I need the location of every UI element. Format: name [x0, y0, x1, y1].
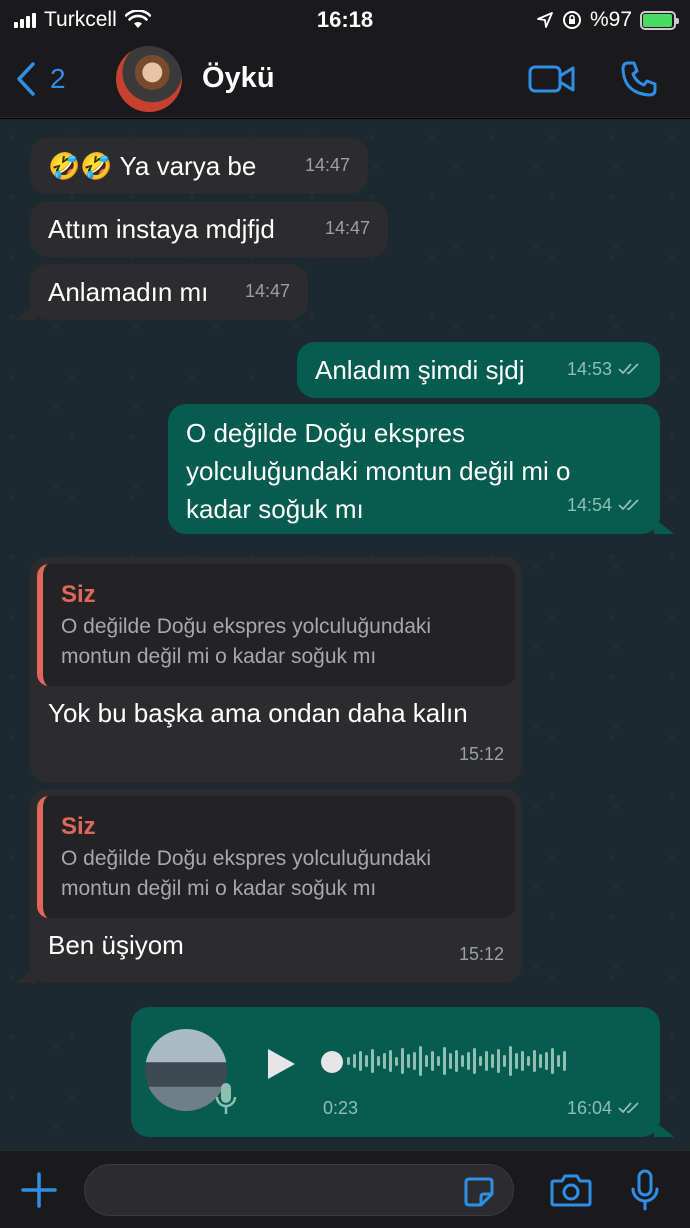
message-bubble[interactable]: Anladım şimdi sjdj 14:53 [297, 342, 660, 398]
carrier-label: Turkcell [44, 8, 117, 31]
quote-text: O değilde Doğu ekspres yolculuğundaki mo… [61, 615, 432, 668]
input-bar [0, 1150, 690, 1228]
chat-area[interactable]: 🤣🤣 Ya varya be 14:47 Attım instaya mdjfj… [0, 119, 690, 1150]
message-text: Anladım şimdi sjdj [315, 355, 525, 385]
phone-icon[interactable] [620, 60, 658, 98]
voice-waveform[interactable] [321, 1043, 566, 1079]
chat-header: 2 Öykü [0, 40, 690, 118]
message-time: 16:04 [567, 1089, 642, 1127]
play-icon[interactable] [265, 1047, 297, 1081]
video-call-icon[interactable] [528, 63, 576, 95]
message-input[interactable] [84, 1163, 514, 1216]
message-text: Attım instaya mdjfjd [48, 214, 275, 244]
plus-icon[interactable] [20, 1171, 58, 1209]
message-time: 14:54 [567, 486, 642, 524]
message-time: 15:12 [458, 944, 504, 964]
quote-author: Siz [61, 581, 96, 608]
message-time: 14:47 [324, 218, 370, 238]
clock: 16:18 [316, 7, 374, 32]
rotation-lock-icon [562, 11, 581, 29]
status-bar: Turkcell 16:18 %97 [0, 0, 690, 40]
quote-text: O değilde Doğu ekspres yolculuğundaki mo… [61, 847, 432, 900]
wifi-icon [124, 10, 151, 28]
message-bubble[interactable]: Attım instaya mdjfjd 14:47 [30, 201, 388, 257]
message-time: 15:12 [458, 744, 504, 764]
unread-count: 2 [50, 62, 66, 94]
quote-author: Siz [61, 813, 96, 840]
message-bubble[interactable]: Anlamadın mı 14:47 [16, 264, 308, 320]
message-text: O değilde Doğu ekspres yolculuğundaki mo… [186, 418, 571, 524]
battery-percent: %97 [589, 8, 632, 31]
message-time: 14:53 [567, 350, 642, 388]
message-bubble[interactable]: O değilde Doğu ekspres yolculuğundaki mo… [168, 404, 674, 534]
message-text: Anlamadın mı [48, 277, 209, 307]
microphone-icon[interactable] [630, 1169, 660, 1211]
double-check-icon [618, 363, 639, 375]
message-bubble[interactable]: 🤣🤣 Ya varya be 14:47 [30, 138, 368, 194]
quoted-message[interactable]: Siz O değilde Doğu ekspres yolculuğundak… [37, 796, 515, 918]
chevron-left-icon [17, 61, 35, 96]
signal-icon [14, 12, 36, 28]
message-text: Yok bu başka ama ondan daha kalın [48, 698, 468, 728]
location-icon [537, 12, 553, 28]
message-time: 14:47 [244, 281, 290, 301]
camera-icon[interactable] [550, 1172, 592, 1208]
quoted-message[interactable]: Siz O değilde Doğu ekspres yolculuğundak… [37, 564, 515, 686]
contact-name[interactable]: Öykü [202, 62, 528, 95]
avatar[interactable] [116, 45, 182, 112]
microphone-icon [215, 1083, 237, 1114]
message-bubble[interactable]: Siz O değilde Doğu ekspres yolculuğundak… [30, 557, 522, 783]
message-text: 🤣🤣 Ya varya be [48, 151, 257, 181]
message-bubble[interactable]: Siz O değilde Doğu ekspres yolculuğundak… [16, 789, 522, 983]
voice-message[interactable]: 0:23 16:04 [131, 1007, 674, 1137]
message-text: Ben üşiyom [48, 930, 184, 960]
sticker-icon[interactable] [463, 1176, 495, 1208]
battery-icon [640, 10, 679, 30]
double-check-icon [618, 499, 639, 511]
back-button[interactable]: 2 [16, 61, 116, 97]
message-time: 14:47 [304, 155, 350, 175]
playback-scrubber[interactable] [321, 1051, 343, 1073]
double-check-icon [618, 1102, 639, 1114]
voice-duration: 0:23 [323, 1098, 359, 1118]
